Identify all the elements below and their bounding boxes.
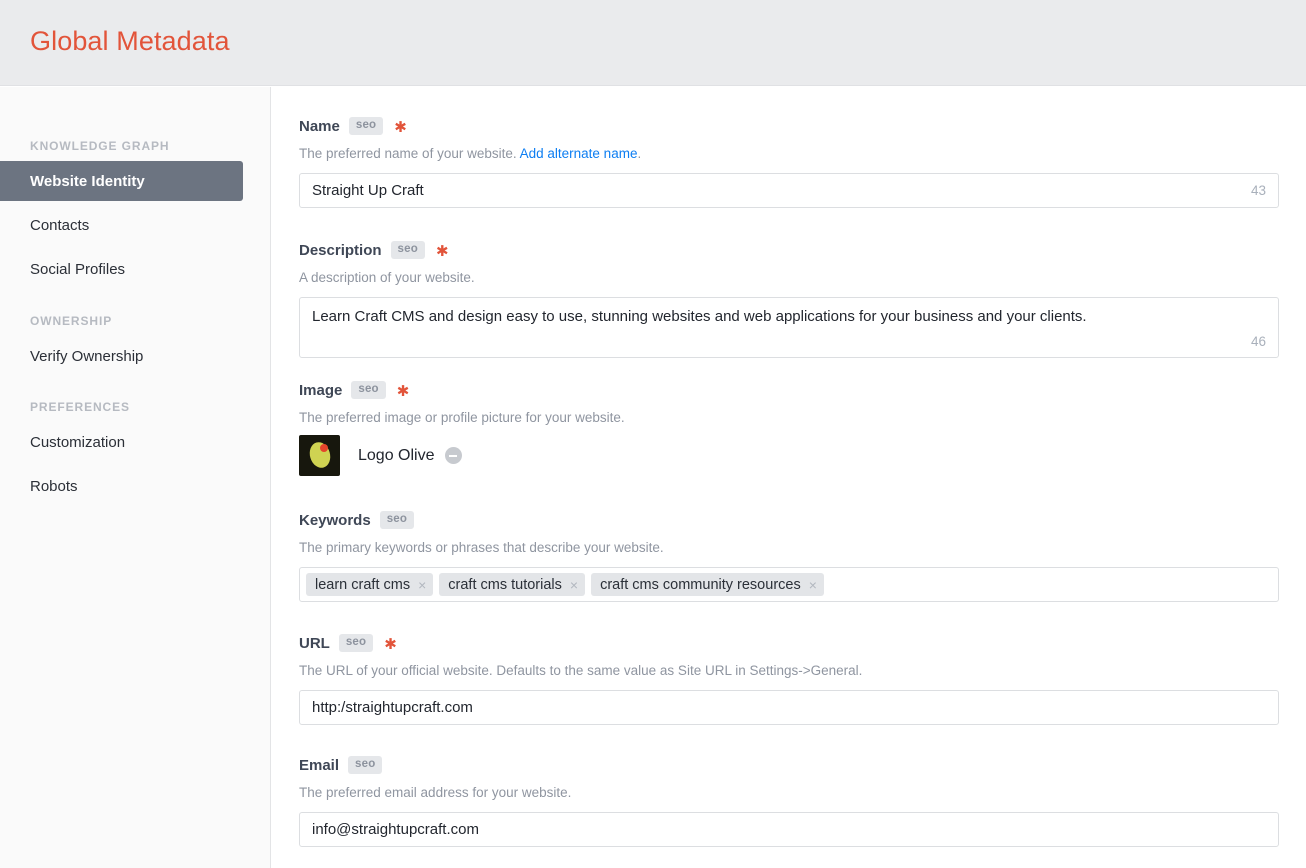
field-label-row: Email seo <box>299 755 1279 775</box>
required-asterisk-icon: ✱ <box>384 635 397 653</box>
sidebar-heading-knowledge-graph: KNOWLEDGE GRAPH <box>30 139 170 153</box>
required-asterisk-icon: ✱ <box>394 118 407 136</box>
email-input-value: info@straightupcraft.com <box>312 821 479 839</box>
close-icon[interactable]: × <box>809 578 817 592</box>
image-asset-name: Logo Olive <box>358 446 435 464</box>
seo-badge: seo <box>348 117 384 135</box>
sidebar-item-robots[interactable]: Robots <box>0 466 243 506</box>
keyword-tag[interactable]: craft cms tutorials × <box>439 573 586 597</box>
field-instructions: The preferred image or profile picture f… <box>299 410 625 425</box>
instructions-text: The preferred name of your website. <box>299 146 520 161</box>
field-label: Image <box>299 381 343 399</box>
seo-badge: seo <box>351 381 386 399</box>
field-label-row: Image seo ✱ <box>299 380 1279 400</box>
field-label-row: Description seo ✱ <box>299 240 1279 260</box>
sidebar-heading-preferences: PREFERENCES <box>30 400 130 414</box>
sidebar-item-contacts[interactable]: Contacts <box>0 205 243 245</box>
field-instructions: A description of your website. <box>299 270 475 285</box>
description-value: Learn Craft CMS and design easy to use, … <box>312 308 1087 326</box>
field-instructions: The preferred name of your website. Add … <box>299 145 1279 163</box>
field-keywords: Keywords seo The primary keywords or phr… <box>299 510 1279 603</box>
close-icon[interactable]: × <box>418 578 426 592</box>
field-label: Description <box>299 241 382 259</box>
keywords-tags-input[interactable]: learn craft cms × craft cms tutorials × … <box>299 567 1279 603</box>
sidebar-nav: KNOWLEDGE GRAPH Website Identity Contact… <box>0 87 271 868</box>
name-input-value: Straight Up Craft <box>312 182 424 200</box>
field-email: Email seo The preferred email address fo… <box>299 755 1279 848</box>
field-image: Image seo ✱ The preferred image or profi… <box>299 380 1279 477</box>
sidebar-heading-ownership: OWNERSHIP <box>30 314 113 328</box>
name-char-counter: 43 <box>1250 183 1266 199</box>
seo-badge: seo <box>379 511 415 529</box>
name-input[interactable]: Straight Up Craft 43 <box>299 173 1279 209</box>
field-instructions: The URL of your official website. Defaul… <box>299 663 863 678</box>
sidebar-item-label: Social Profiles <box>30 260 126 278</box>
sidebar-item-label: Customization <box>30 433 126 451</box>
url-input-value: http:/straightupcraft.com <box>312 699 473 717</box>
field-label: Name <box>299 117 340 135</box>
sidebar-item-label: Verify Ownership <box>30 347 144 365</box>
field-url: URL seo ✱ The URL of your official websi… <box>299 633 1279 726</box>
field-name: Name seo ✱ The preferred name of your we… <box>299 116 1279 209</box>
sidebar-item-social-profiles[interactable]: Social Profiles <box>0 249 243 289</box>
sidebar-item-verify-ownership[interactable]: Verify Ownership <box>0 336 243 376</box>
field-label: Email <box>299 756 340 774</box>
page-header: Global Metadata <box>0 0 1306 86</box>
keyword-tag-label: learn craft cms <box>315 576 411 593</box>
sidebar-item-label: Website Identity <box>30 172 145 190</box>
sidebar-item-website-identity[interactable]: Website Identity <box>0 161 243 201</box>
instructions-text-end: . <box>637 146 642 161</box>
keyword-tag[interactable]: craft cms community resources × <box>591 573 824 597</box>
add-alternate-name-link[interactable]: Add alternate name <box>520 146 638 161</box>
field-label-row: Name seo ✱ <box>299 116 1279 136</box>
field-label: URL <box>299 634 330 652</box>
settings-form: Name seo ✱ The preferred name of your we… <box>272 87 1306 868</box>
required-asterisk-icon: ✱ <box>396 382 410 400</box>
field-label-row: Keywords seo <box>299 510 1279 530</box>
required-asterisk-icon: ✱ <box>435 242 449 260</box>
sidebar-item-customization[interactable]: Customization <box>0 422 243 462</box>
seo-badge: seo <box>390 241 425 259</box>
page-title: Global Metadata <box>30 26 230 56</box>
seo-badge: seo <box>338 634 374 652</box>
minus-circle-icon[interactable] <box>444 447 462 465</box>
description-char-counter: 46 <box>1250 333 1266 349</box>
field-label: Keywords <box>299 511 371 529</box>
description-textarea[interactable]: Learn Craft CMS and design easy to use, … <box>299 297 1279 359</box>
seo-badge: seo <box>348 756 383 774</box>
url-input[interactable]: http:/straightupcraft.com <box>299 690 1279 726</box>
field-description: Description seo ✱ A description of your … <box>299 240 1279 359</box>
logo-olive-thumbnail[interactable] <box>299 435 340 477</box>
keyword-tag[interactable]: learn craft cms × <box>306 573 434 597</box>
sidebar-item-label: Contacts <box>30 216 90 234</box>
field-instructions: The preferred email address for your web… <box>299 785 572 800</box>
image-asset-row: Logo Olive <box>299 435 1279 477</box>
field-instructions: The primary keywords or phrases that des… <box>299 540 664 555</box>
email-input[interactable]: info@straightupcraft.com <box>299 812 1279 848</box>
field-label-row: URL seo ✱ <box>299 633 1279 653</box>
keyword-tag-label: craft cms community resources <box>600 576 801 593</box>
sidebar-item-label: Robots <box>30 477 78 495</box>
keyword-tag-label: craft cms tutorials <box>448 576 562 593</box>
close-icon[interactable]: × <box>570 578 578 592</box>
